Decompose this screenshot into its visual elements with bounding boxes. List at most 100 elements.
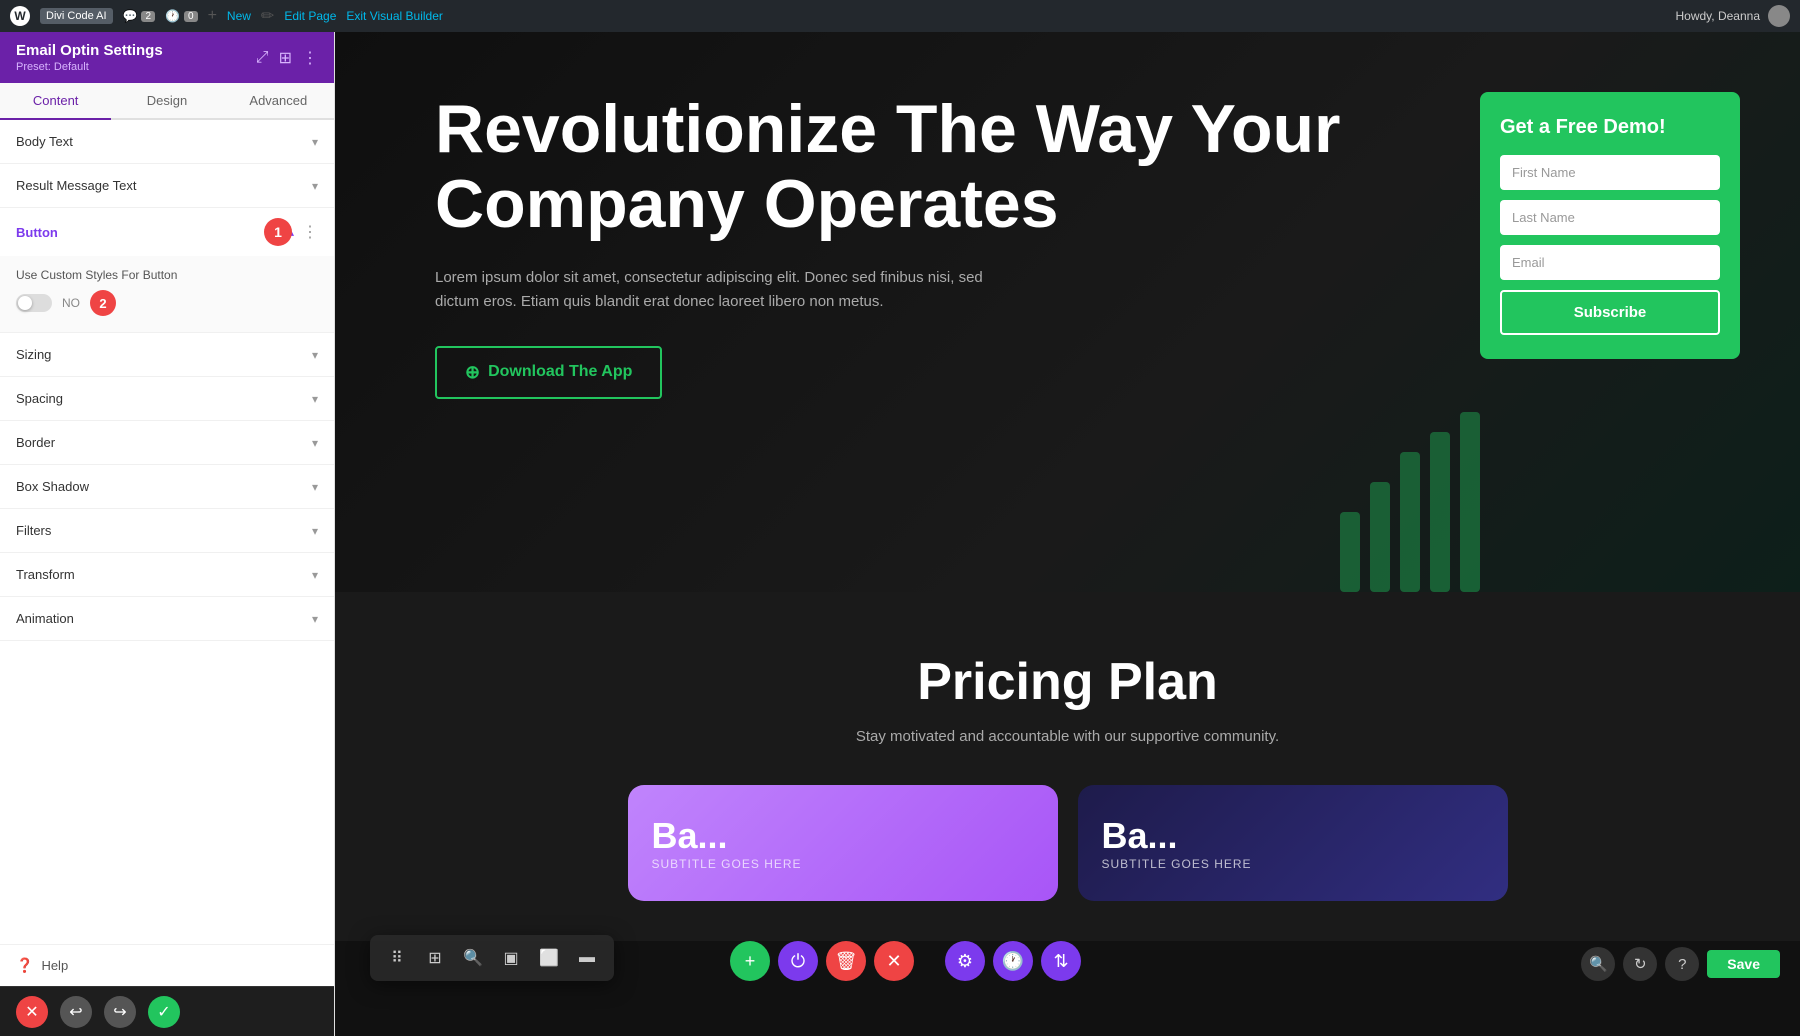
box-shadow-label: Box Shadow: [16, 479, 89, 494]
toggle-no-label: NO: [62, 296, 80, 310]
body-text-label: Body Text: [16, 134, 73, 149]
custom-styles-toggle[interactable]: [16, 294, 52, 312]
comments-item[interactable]: 💬 2: [123, 9, 156, 23]
toolbar-code[interactable]: ▬: [570, 941, 604, 975]
sidebar-title: Email Optin Settings: [16, 42, 163, 59]
sidebar-preset[interactable]: Preset: Default: [16, 61, 163, 73]
button-dots[interactable]: ⋮: [302, 222, 318, 242]
section-transform[interactable]: Transform ▾: [0, 553, 334, 597]
columns-icon[interactable]: ⊞: [279, 48, 292, 68]
form-title: Get a Free Demo!: [1500, 116, 1720, 139]
card-1-title: Ba...: [1102, 815, 1484, 857]
last-name-input[interactable]: [1500, 200, 1720, 235]
user-avatar[interactable]: [1768, 5, 1790, 27]
top-bar: W Divi Code AI 💬 2 🕐 0 + New ✏ Edit Page…: [0, 0, 1800, 32]
toggle-row: NO 2: [16, 290, 318, 316]
sizing-chevron: ▾: [312, 348, 318, 362]
pricing-card-0[interactable]: Ba... SUBTITLE GOES HERE: [628, 785, 1058, 901]
float-toolbar: ⠿ ⊞ 🔍 ▣ ⬜ ▬: [370, 935, 614, 981]
email-input[interactable]: [1500, 245, 1720, 280]
sidebar-content: Body Text ▾ Result Message Text ▾ Button…: [0, 120, 334, 944]
save-button[interactable]: Save: [1707, 950, 1780, 978]
edit-page-link[interactable]: Edit Page: [284, 9, 336, 23]
section-spacing[interactable]: Spacing ▾: [0, 377, 334, 421]
sidebar-header-icons: ⤢ ⊞ ⋮: [256, 48, 318, 68]
exit-vb-link[interactable]: Exit Visual Builder: [346, 9, 443, 23]
close-button[interactable]: ✕: [16, 996, 48, 1028]
pricing-section: Pricing Plan Stay motivated and accounta…: [335, 592, 1800, 941]
download-app-button[interactable]: ⊕ Download The App: [435, 346, 662, 399]
settings-button-2[interactable]: ⚙: [945, 941, 985, 981]
help-canvas-button[interactable]: ?: [1665, 947, 1699, 981]
search-canvas-button[interactable]: 🔍: [1581, 947, 1615, 981]
help-row[interactable]: ❓ Help: [0, 944, 334, 986]
redo-button[interactable]: ↪: [104, 996, 136, 1028]
transform-chevron: ▾: [312, 568, 318, 582]
refresh-canvas-button[interactable]: ↻: [1623, 947, 1657, 981]
button-badge-2: 2: [90, 290, 116, 316]
toolbar-preview[interactable]: ▣: [494, 941, 528, 975]
confirm-button[interactable]: ✓: [148, 996, 180, 1028]
canvas-bottom-right: 🔍 ↻ ? Save: [1581, 947, 1780, 981]
section-animation[interactable]: Animation ▾: [0, 597, 334, 641]
download-icon: ⊕: [465, 362, 480, 383]
new-link[interactable]: New: [227, 9, 251, 23]
hero-body: Lorem ipsum dolor sit amet, consectetur …: [435, 266, 1015, 314]
section-filters[interactable]: Filters ▾: [0, 509, 334, 553]
revisions-item[interactable]: 🕐 0: [165, 9, 198, 23]
hero-decoration: [1320, 392, 1520, 592]
section-sizing[interactable]: Sizing ▾: [0, 333, 334, 377]
history-button-2[interactable]: 🕐: [993, 941, 1033, 981]
power-button[interactable]: ⏻: [778, 941, 818, 981]
help-icon: ❓: [16, 957, 33, 974]
sidebar-tabs: Content Design Advanced: [0, 83, 334, 120]
custom-styles-label: Use Custom Styles For Button: [16, 268, 318, 282]
sizing-label: Sizing: [16, 347, 51, 362]
section-border[interactable]: Border ▾: [0, 421, 334, 465]
history-icon: 🕐: [165, 9, 180, 23]
section-box-shadow[interactable]: Box Shadow ▾: [0, 465, 334, 509]
card-0-title: Ba...: [652, 815, 1034, 857]
tab-content[interactable]: Content: [0, 83, 111, 120]
tab-design[interactable]: Design: [111, 83, 222, 120]
transform-label: Transform: [16, 567, 75, 582]
pricing-title: Pricing Plan: [415, 652, 1720, 712]
toolbar-drag[interactable]: ⠿: [380, 941, 414, 975]
section-body-text[interactable]: Body Text ▾: [0, 120, 334, 164]
comments-count: 2: [141, 11, 155, 22]
delete-button[interactable]: 🗑: [826, 941, 866, 981]
fullscreen-icon[interactable]: ⤢: [256, 49, 269, 67]
howdy-text: Howdy, Deanna: [1676, 9, 1761, 23]
float-actions: + ⏻ 🗑 ✕: [730, 941, 914, 981]
arrows-button-2[interactable]: ⇅: [1041, 941, 1081, 981]
pricing-card-1[interactable]: Ba... SUBTITLE GOES HERE: [1078, 785, 1508, 901]
top-bar-right: Howdy, Deanna: [1676, 5, 1791, 27]
spacing-label: Spacing: [16, 391, 63, 406]
filters-label: Filters: [16, 523, 51, 538]
sidebar-bottom-bar: ✕ ↩ ↪ ✓: [0, 986, 334, 1036]
first-name-input[interactable]: [1500, 155, 1720, 190]
sidebar-header-text: Email Optin Settings Preset: Default: [16, 42, 163, 73]
pricing-subtitle: Stay motivated and accountable with our …: [415, 728, 1720, 745]
button-badge-1: 1: [264, 218, 292, 246]
button-label: Button: [16, 225, 58, 240]
undo-button[interactable]: ↩: [60, 996, 92, 1028]
add-module-button[interactable]: +: [730, 941, 770, 981]
box-shadow-chevron: ▾: [312, 480, 318, 494]
toolbar-search[interactable]: 🔍: [456, 941, 490, 975]
help-label: Help: [41, 958, 68, 973]
spacing-chevron: ▾: [312, 392, 318, 406]
button-section-header[interactable]: Button 1 ▴ ⋮: [0, 208, 334, 256]
wordpress-logo[interactable]: W: [10, 6, 30, 26]
tab-advanced[interactable]: Advanced: [223, 83, 334, 120]
toolbar-grid[interactable]: ⊞: [418, 941, 452, 975]
card-0-subtitle: SUBTITLE GOES HERE: [652, 857, 1034, 871]
pricing-cards: Ba... SUBTITLE GOES HERE Ba... SUBTITLE …: [415, 785, 1720, 901]
more-icon[interactable]: ⋮: [302, 48, 318, 68]
toolbar-copy[interactable]: ⬜: [532, 941, 566, 975]
top-bar-left: W Divi Code AI 💬 2 🕐 0 + New ✏ Edit Page…: [10, 6, 443, 26]
section-result-message[interactable]: Result Message Text ▾: [0, 164, 334, 208]
subscribe-button[interactable]: Subscribe: [1500, 290, 1720, 335]
close-float-button[interactable]: ✕: [874, 941, 914, 981]
button-section-icons: 1 ▴ ⋮: [288, 222, 318, 242]
